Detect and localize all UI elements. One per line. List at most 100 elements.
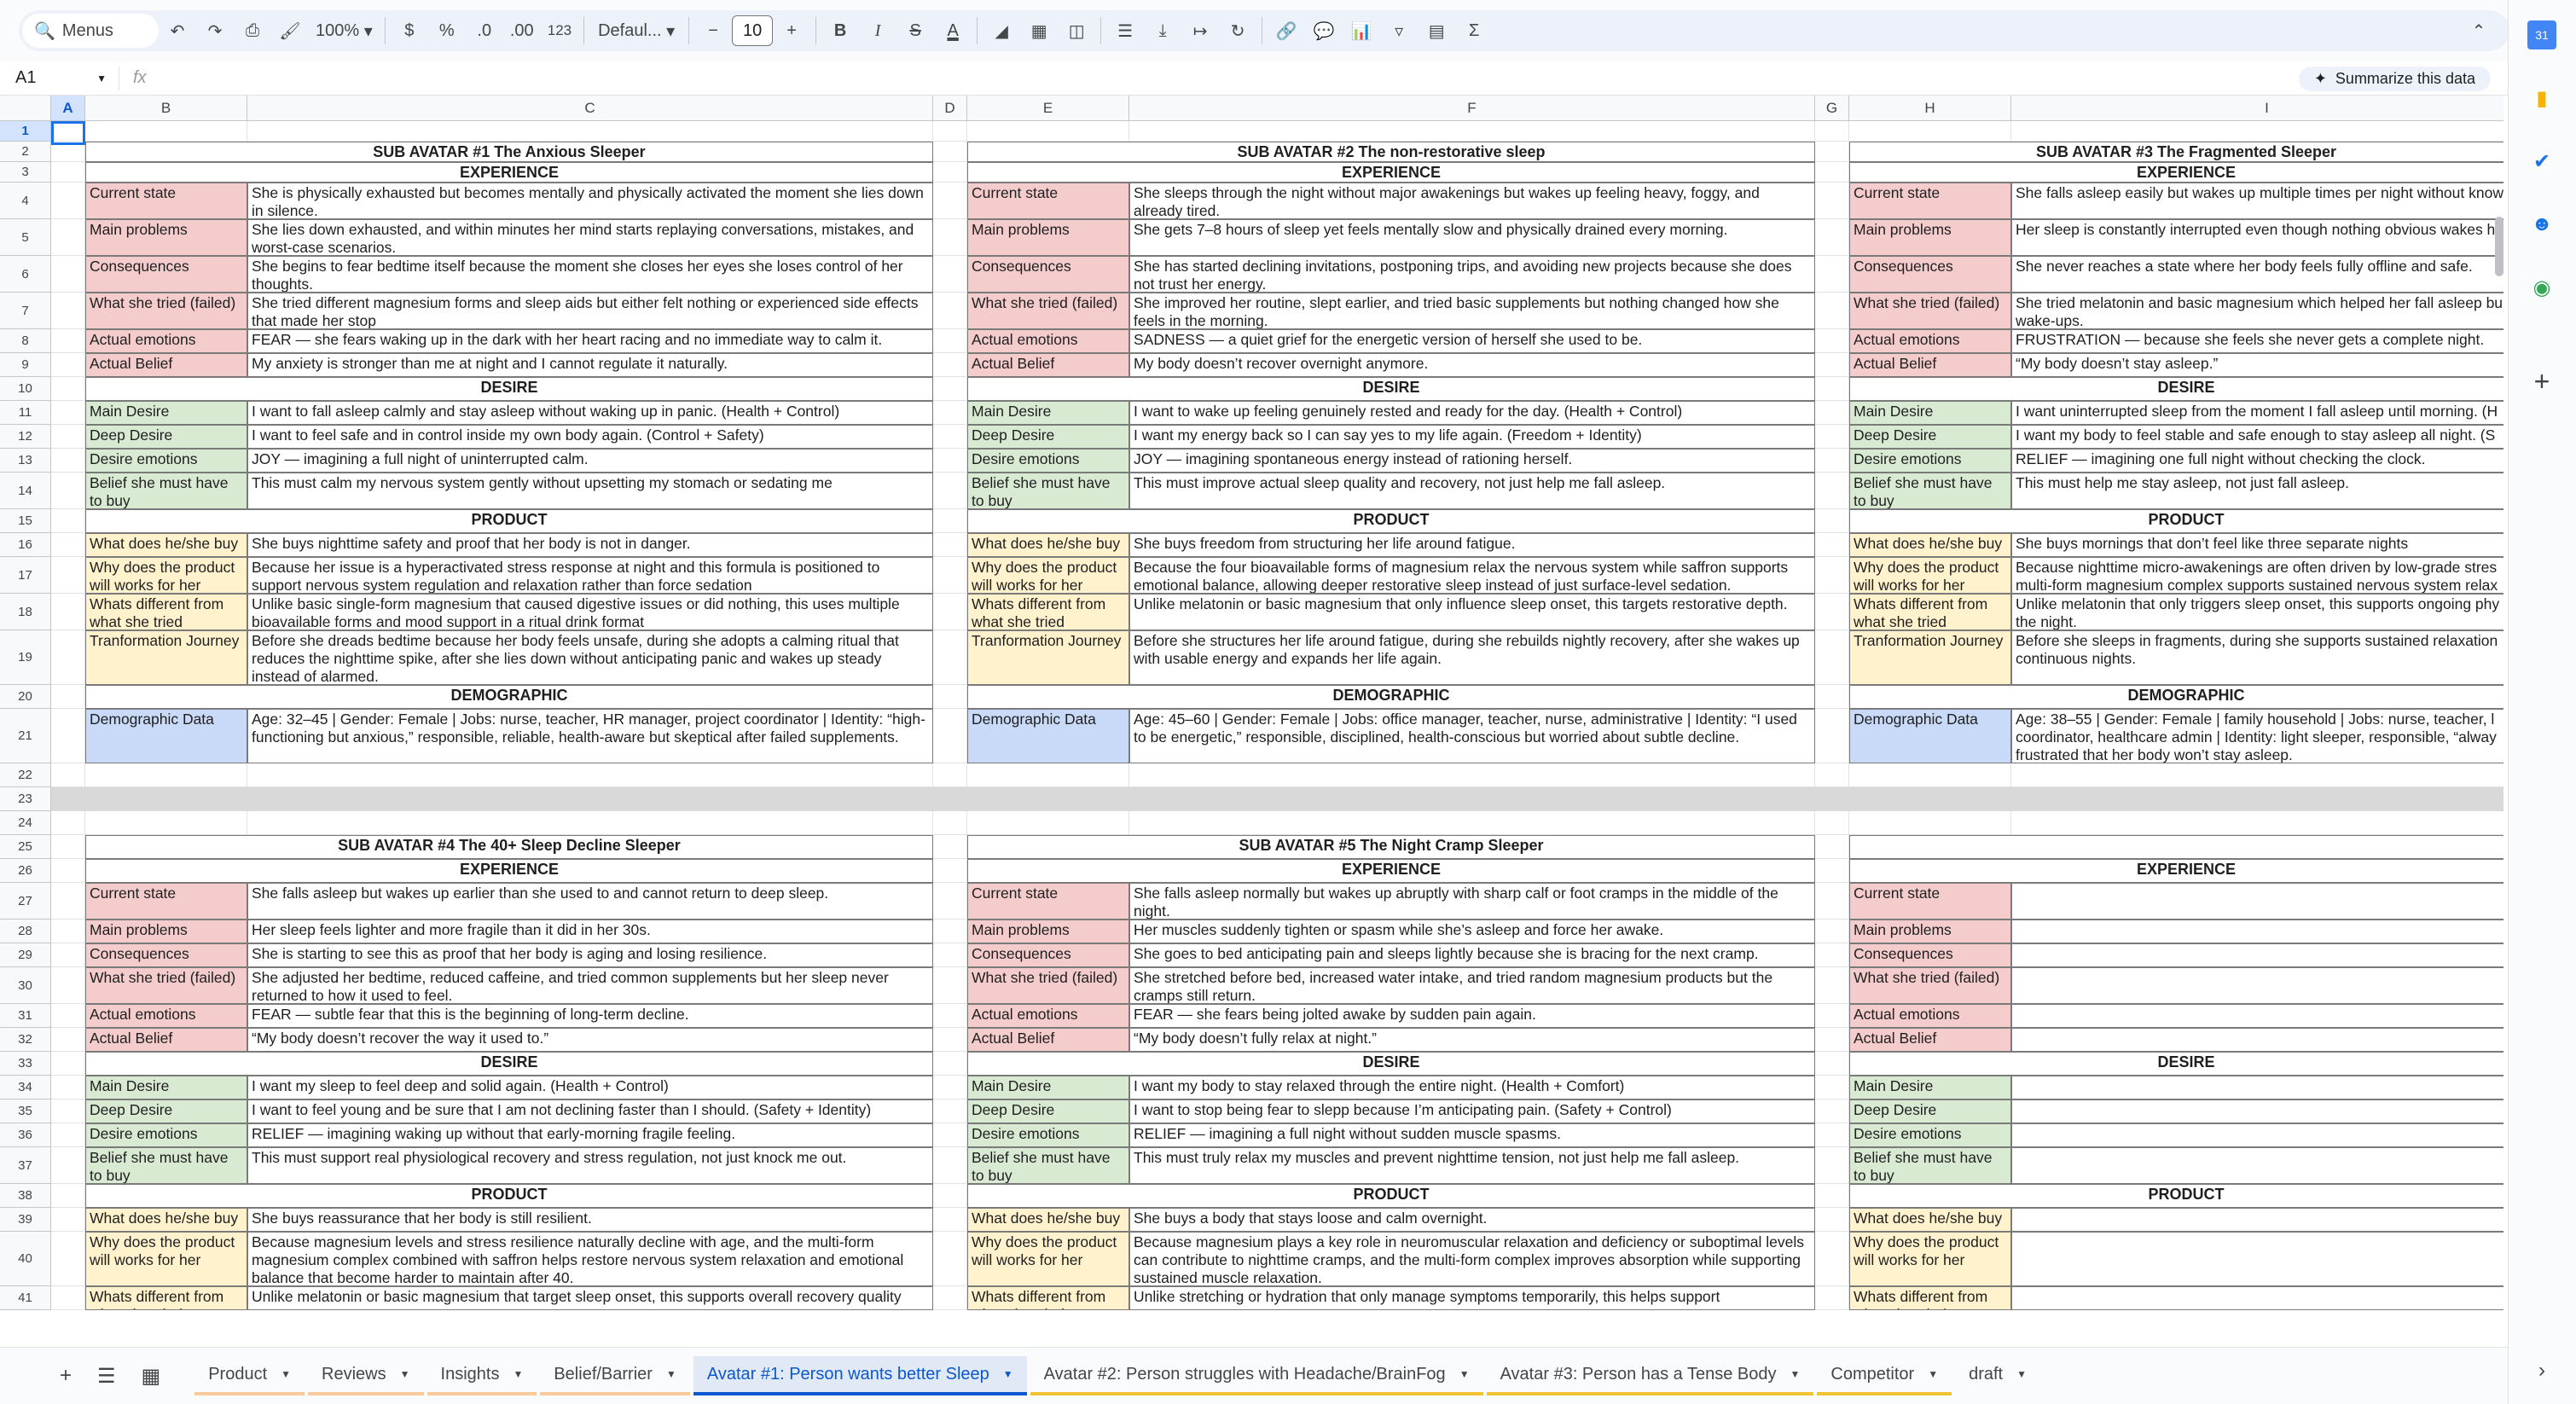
field-value[interactable]: She adjusted her bedtime, reduced caffei… [247,967,933,1004]
cell-a[interactable] [51,685,85,709]
cell-d[interactable] [933,1028,967,1052]
filter-icon[interactable]: ▿ [1380,14,1418,48]
column-header-d[interactable]: D [933,96,967,121]
field-value[interactable]: She buys a body that stays loose and cal… [1129,1208,1815,1232]
cell-g[interactable] [1815,1004,1849,1028]
column-header-c[interactable]: C [247,96,933,121]
cell-d[interactable] [933,920,967,943]
cell-g[interactable] [1815,256,1849,293]
chevron-down-icon[interactable]: ▼ [281,1368,291,1380]
cell-g[interactable] [1815,1099,1849,1123]
strikethrough-icon[interactable]: S [896,14,934,48]
row-header-25[interactable]: 25 [0,835,51,859]
text-rotate-icon[interactable]: ↻ [1219,14,1256,48]
field-value[interactable]: She improved her routine, slept earlier,… [1129,293,1815,329]
field-value[interactable]: She tried melatonin and basic magnesium … [2011,293,2503,329]
cell-d[interactable] [933,1232,967,1286]
cell-a[interactable] [51,943,85,967]
field-value[interactable]: JOY — imagining a full night of uninterr… [247,449,933,473]
field-value[interactable]: Age: 38–55 | Gender: Female | family hou… [2011,709,2503,763]
percent-button[interactable]: % [428,14,466,48]
cell[interactable] [933,763,967,787]
field-value[interactable]: Unlike melatonin or basic magnesium that… [247,1286,933,1310]
field-value[interactable]: Her sleep is constantly interrupted even… [2011,219,2503,256]
sheet-tab[interactable]: Insights ▼ [426,1356,537,1395]
row-header-37[interactable]: 37 [0,1147,51,1184]
cell-g[interactable] [1815,709,1849,763]
cell-g[interactable] [1815,943,1849,967]
select-all-corner[interactable] [0,96,51,121]
row-header-8[interactable]: 8 [0,329,51,353]
field-value[interactable]: I want my body to stay relaxed through t… [1129,1076,1815,1099]
field-value[interactable]: Age: 45–60 | Gender: Female | Jobs: offi… [1129,709,1815,763]
field-value[interactable]: Because magnesium plays a key role in ne… [1129,1232,1815,1286]
field-value[interactable]: I want to wake up feeling genuinely rest… [1129,401,1815,425]
field-value[interactable]: Unlike melatonin or basic magnesium that… [1129,594,1815,630]
add-sheet-icon[interactable]: + [60,1364,72,1388]
currency-button[interactable]: $ [391,14,428,48]
row-header-15[interactable]: 15 [0,509,51,533]
row-header-38[interactable]: 38 [0,1184,51,1208]
cell[interactable] [85,787,247,811]
cell-g[interactable] [1815,685,1849,709]
cell[interactable] [1815,811,1849,835]
field-value[interactable] [2011,1028,2503,1052]
column-header-h[interactable]: H [1849,96,2011,121]
cell-a[interactable] [51,162,85,183]
cell[interactable] [2011,763,2503,787]
cell-g[interactable] [1815,401,1849,425]
zoom-select[interactable]: 100% ▾ [309,14,380,48]
cell-a[interactable] [51,1052,85,1076]
field-value[interactable] [2011,1286,2503,1310]
cell-a[interactable] [51,1208,85,1232]
cell[interactable] [85,763,247,787]
cell[interactable] [1815,763,1849,787]
field-value[interactable]: I want my sleep to feel deep and solid a… [247,1076,933,1099]
row-header-39[interactable]: 39 [0,1208,51,1232]
cell-g[interactable] [1815,920,1849,943]
cell-d[interactable] [933,449,967,473]
cell-g[interactable] [1815,142,1849,162]
cell-a[interactable] [51,594,85,630]
row-header-41[interactable]: 41 [0,1286,51,1310]
row-header-21[interactable]: 21 [0,709,51,763]
bold-button[interactable]: B [821,14,859,48]
cell-g[interactable] [1815,533,1849,557]
field-value[interactable]: I want to stop being fear to slepp becau… [1129,1099,1815,1123]
cell-d[interactable] [933,162,967,183]
cell[interactable] [1815,121,1849,142]
cell-g[interactable] [1815,835,1849,859]
font-size-decrease-icon[interactable]: − [694,14,732,48]
cell-d[interactable] [933,1147,967,1184]
cell[interactable] [967,787,1129,811]
field-value[interactable] [2011,1076,2503,1099]
cell-d[interactable] [933,219,967,256]
font-size-input[interactable]: 10 [732,15,774,46]
cell-d[interactable] [933,425,967,449]
cell-d[interactable] [933,256,967,293]
cell-d[interactable] [933,943,967,967]
vertical-align-icon[interactable]: ⤓ [1144,14,1181,48]
row-header-19[interactable]: 19 [0,630,51,685]
cell-d[interactable] [933,509,967,533]
cell-g[interactable] [1815,1052,1849,1076]
cell-d[interactable] [933,967,967,1004]
cell[interactable] [1129,811,1815,835]
cell-a[interactable] [51,1076,85,1099]
field-value[interactable]: Before she dreads bedtime because her bo… [247,630,933,685]
keep-icon[interactable]: ▮ [2527,84,2556,113]
cell-g[interactable] [1815,509,1849,533]
row-header-9[interactable]: 9 [0,353,51,377]
field-value[interactable]: I want uninterrupted sleep from the mome… [2011,401,2503,425]
field-value[interactable]: She is physically exhausted but becomes … [247,183,933,219]
field-value[interactable]: My anxiety is stronger than me at night … [247,353,933,377]
cell[interactable] [1815,787,1849,811]
chevron-down-icon[interactable]: ▼ [2016,1368,2027,1380]
cell-a[interactable] [51,509,85,533]
row-header-34[interactable]: 34 [0,1076,51,1099]
column-header-f[interactable]: F [1129,96,1815,121]
chevron-down-icon[interactable]: ▼ [513,1368,523,1380]
field-value[interactable]: Unlike basic single-form magnesium that … [247,594,933,630]
cell[interactable] [933,787,967,811]
cell-g[interactable] [1815,1123,1849,1147]
